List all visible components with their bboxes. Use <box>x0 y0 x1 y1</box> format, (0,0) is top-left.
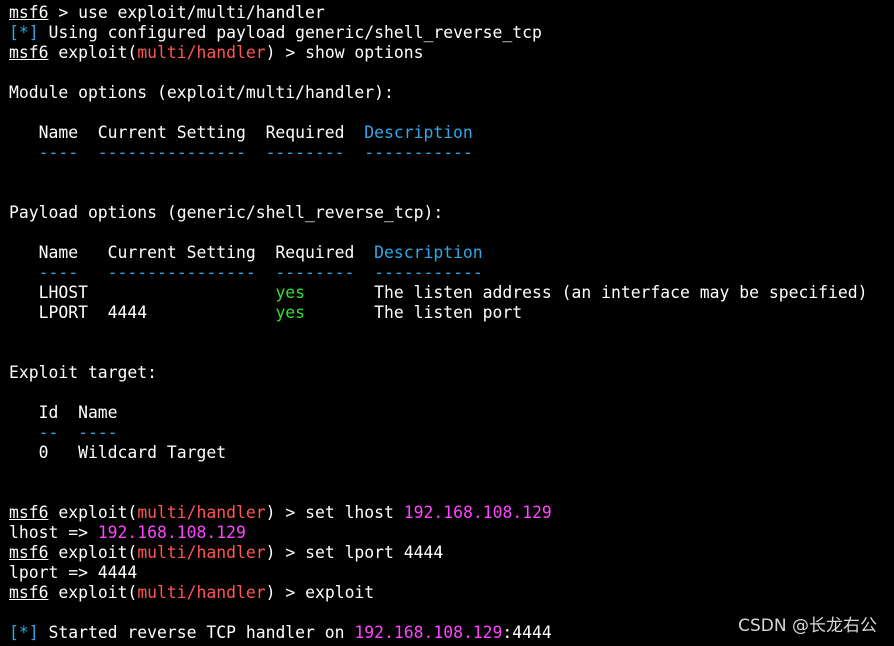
msf-prompt: msf6 <box>9 3 49 22</box>
command-text: set lhost <box>305 503 404 522</box>
required-yes: yes <box>275 303 306 322</box>
prompt-exploit: exploit( <box>58 43 138 62</box>
watermark: CSDN @长龙右公 <box>738 616 877 636</box>
description-header: Description <box>374 243 483 262</box>
terminal-line: msf6 exploit(multi/handler) > exploit <box>9 583 375 602</box>
terminal-line: msf6 exploit(multi/handler) > set lport … <box>9 543 444 562</box>
table-row: 0 Wildcard Target <box>9 443 227 462</box>
payload-options-header: Name Current Setting Required Descriptio… <box>9 243 483 262</box>
exploit-target-title: Exploit target: <box>9 363 158 382</box>
terminal-line: lhost => 192.168.108.129 <box>9 523 246 542</box>
prompt-suffix: ) > <box>265 43 306 62</box>
terminal-line: [*] Using configured payload generic/she… <box>9 23 894 43</box>
target-separator: -- ---- <box>38 423 118 442</box>
msf-prompt: msf6 <box>9 43 49 62</box>
prompt-module: multi/handler <box>137 543 266 562</box>
prompt-module: multi/handler <box>137 43 266 62</box>
module-options-header: Name Current Setting Required Descriptio… <box>9 123 473 142</box>
ip-address: 192.168.108.129 <box>403 503 552 522</box>
msf-prompt: msf6 <box>9 503 49 522</box>
command-text: > use exploit/multi/handler <box>48 3 325 22</box>
required-yes: yes <box>275 283 306 302</box>
info-marker: [*] <box>9 23 39 42</box>
terminal-line: msf6 > use exploit/multi/handler <box>9 3 894 23</box>
command-text: exploit <box>305 583 375 602</box>
module-options-title: Module options (exploit/multi/handler): <box>9 83 394 102</box>
description-header: Description <box>364 123 473 142</box>
table-row: LPORT 4444 yes The listen port <box>9 303 523 322</box>
ip-address: 192.168.108.129 <box>354 623 503 642</box>
module-options-separator: ---- --------------- -------- ----------… <box>9 143 473 162</box>
table-row: LHOST yes The listen address (an interfa… <box>9 283 868 302</box>
terminal-output[interactable]: msf6 > use exploit/multi/handler [*] Usi… <box>9 3 894 646</box>
prompt-module: multi/handler <box>137 583 266 602</box>
prompt-module: multi/handler <box>137 503 266 522</box>
terminal-line: lport => 4444 <box>9 563 138 582</box>
command-text: set lport 4444 <box>305 543 444 562</box>
payload-options-title: Payload options (generic/shell_reverse_t… <box>9 203 444 222</box>
info-text: Using configured payload generic/shell_r… <box>38 23 542 42</box>
payload-options-separator: ---- --------------- -------- ----------… <box>9 263 483 282</box>
ip-address: 192.168.108.129 <box>97 523 246 542</box>
msf-prompt: msf6 <box>9 543 49 562</box>
terminal-line: msf6 exploit(multi/handler) > set lhost … <box>9 503 552 522</box>
terminal-line: msf6 exploit(multi/handler) > show optio… <box>9 43 894 63</box>
target-header: Id Name <box>9 403 118 422</box>
command-text: show options <box>305 43 424 62</box>
info-marker: [*] <box>9 623 39 642</box>
msf-prompt: msf6 <box>9 583 49 602</box>
